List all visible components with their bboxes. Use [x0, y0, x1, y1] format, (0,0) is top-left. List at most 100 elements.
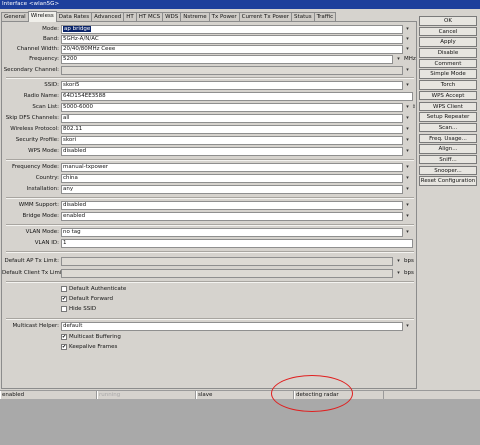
installation-dropdown-icon[interactable]: ▾	[404, 186, 411, 193]
tab-wireless[interactable]: Wireless	[27, 11, 57, 22]
security-profile-select[interactable]: skori	[61, 136, 403, 145]
country-select[interactable]: china	[61, 174, 403, 183]
frequency-mode-select[interactable]: manual-txpower	[61, 163, 403, 172]
frequency-mode-row: Frequency Mode: manual-txpower ▾	[2, 163, 418, 172]
wireless-protocol-dropdown-icon[interactable]: ▾	[404, 126, 411, 133]
wmm-support-label: WMM Support:	[18, 202, 59, 208]
torch-button[interactable]: Torch	[419, 80, 477, 90]
bridge-mode-dropdown-icon[interactable]: ▾	[404, 213, 411, 220]
wps-mode-select[interactable]: disabled	[61, 147, 403, 156]
keepalive-frames-checkbox[interactable]: ✔ Keepalive Frames	[61, 343, 117, 351]
channel-width-label: Channel Width:	[16, 46, 59, 52]
disable-button[interactable]: Disable	[419, 48, 477, 58]
secondary-channel-dropdown-icon[interactable]: ▾	[404, 67, 411, 74]
frequency-unit: MHz	[404, 56, 416, 62]
separator	[6, 159, 414, 161]
red-annotation-circle	[271, 375, 353, 412]
cancel-button[interactable]: Cancel	[419, 26, 477, 37]
channel-width-select[interactable]: 20/40/80MHz Ceee	[61, 45, 403, 54]
bridge-mode-row: Bridge Mode: enabled ▾	[2, 212, 418, 221]
default-client-tx-limit-input[interactable]	[61, 269, 393, 278]
keepalive-frames-checkmark-icon[interactable]: ✔	[61, 344, 67, 350]
multicast-helper-dropdown-icon[interactable]: ▾	[404, 323, 411, 330]
skip-dfs-select[interactable]: all	[61, 114, 403, 123]
frequency-dropdown-icon[interactable]: ▾	[395, 56, 402, 63]
simple-mode-button[interactable]: Simple Mode	[419, 69, 477, 79]
wps-mode-dropdown-icon[interactable]: ▾	[404, 148, 411, 155]
default-client-tx-limit-dropdown-icon[interactable]: ▾	[395, 270, 402, 277]
wireless-protocol-row: Wireless Protocol: 802.11 ▾	[2, 125, 418, 134]
vlan-id-input[interactable]: 1	[61, 239, 413, 248]
scan-list-select[interactable]: 5000-6000	[61, 103, 403, 112]
multicast-buffering-label: Multicast Buffering	[69, 334, 121, 340]
window-title: Interface <wlan5G>	[2, 1, 60, 7]
skip-dfs-row: Skip DFS Channels: all ▾	[2, 114, 418, 123]
multicast-buffering-checkbox[interactable]: ✔ Multicast Buffering	[61, 333, 121, 341]
band-dropdown-icon[interactable]: ▾	[404, 36, 411, 43]
wmm-support-select[interactable]: disabled	[61, 201, 403, 210]
freq-usage-button[interactable]: Freq. Usage...	[419, 133, 477, 144]
snooper-button[interactable]: Snooper...	[419, 165, 477, 176]
wps-accept-button[interactable]: WPS Accept	[419, 90, 477, 101]
band-row: Band: 5GHz-A/N/AC ▾	[2, 35, 418, 44]
radio-name-input[interactable]: 64D154EE3588	[61, 92, 413, 101]
bridge-mode-select[interactable]: enabled	[61, 212, 403, 221]
sniff-button[interactable]: Sniff...	[419, 154, 477, 165]
default-authenticate-box[interactable]	[61, 286, 67, 292]
default-ap-tx-limit-row: Default AP Tx Limit: ▾ bps	[2, 257, 418, 266]
wireless-protocol-select[interactable]: 802.11	[61, 125, 403, 134]
setup-repeater-button[interactable]: Setup Repeater	[419, 112, 477, 122]
frequency-select[interactable]: 5200	[61, 55, 393, 64]
window-title-bar[interactable]: Interface <wlan5G>	[0, 0, 480, 9]
ssid-dropdown-icon[interactable]: ▾	[404, 82, 411, 89]
wps-mode-row: WPS Mode: disabled ▾	[2, 147, 418, 156]
vlan-mode-select[interactable]: no tag	[61, 228, 403, 237]
separator	[6, 318, 414, 320]
scan-list-dropdown-icon[interactable]: ▾	[404, 104, 411, 111]
skip-dfs-dropdown-icon[interactable]: ▾	[404, 115, 411, 122]
country-dropdown-icon[interactable]: ▾	[404, 175, 411, 182]
wmm-support-dropdown-icon[interactable]: ▾	[404, 202, 411, 209]
security-profile-label: Security Profile:	[15, 137, 59, 143]
installation-select[interactable]: any	[61, 185, 403, 194]
multicast-helper-label: Multicast Helper:	[12, 323, 59, 329]
multicast-helper-select[interactable]: default	[61, 322, 403, 331]
status-running: running	[97, 391, 196, 399]
comment-button[interactable]: Comment	[419, 58, 477, 69]
mode-label: Mode:	[42, 26, 59, 32]
default-client-tx-limit-label: Default Client Tx Limit:	[2, 270, 66, 276]
multicast-buffering-checkmark-icon[interactable]: ✔	[61, 334, 67, 340]
ok-button[interactable]: OK	[419, 16, 477, 26]
default-authenticate-checkbox[interactable]: Default Authenticate	[61, 285, 126, 293]
default-client-tx-limit-unit: bps	[404, 270, 414, 276]
hide-ssid-checkbox[interactable]: Hide SSID	[61, 305, 96, 313]
separator	[6, 281, 414, 283]
security-profile-dropdown-icon[interactable]: ▾	[404, 137, 411, 144]
vlan-mode-dropdown-icon[interactable]: ▾	[404, 229, 411, 236]
default-forward-checkbox[interactable]: ✔ Default Forward	[61, 295, 113, 303]
wps-client-button[interactable]: WPS Client	[419, 101, 477, 111]
secondary-channel-select[interactable]	[61, 66, 403, 75]
mode-select[interactable]: ap bridge	[61, 25, 403, 34]
country-label: Country:	[35, 175, 59, 181]
default-ap-tx-limit-dropdown-icon[interactable]: ▾	[395, 258, 402, 265]
hide-ssid-box[interactable]	[61, 306, 67, 312]
scan-button[interactable]: Scan...	[419, 122, 477, 133]
scan-list-updown-icon[interactable]: ⇕	[411, 104, 417, 111]
default-forward-checkmark-icon[interactable]: ✔	[61, 296, 67, 302]
frequency-mode-dropdown-icon[interactable]: ▾	[404, 164, 411, 171]
country-row: Country: china ▾	[2, 174, 418, 183]
vlan-mode-row: VLAN Mode: no tag ▾	[2, 228, 418, 237]
apply-button[interactable]: Apply	[419, 37, 477, 47]
align-button[interactable]: Align...	[419, 144, 477, 154]
mode-dropdown-icon[interactable]: ▾	[404, 26, 411, 33]
ssid-select[interactable]: skori5	[61, 81, 403, 90]
vlan-mode-label: VLAN Mode:	[25, 229, 59, 235]
band-select[interactable]: 5GHz-A/N/AC	[61, 35, 403, 44]
reset-configuration-button[interactable]: Reset Configuration	[419, 176, 477, 186]
action-button-column: OK Cancel Apply Disable Comment Simple M…	[419, 16, 479, 187]
separator	[6, 251, 414, 253]
channel-width-dropdown-icon[interactable]: ▾	[404, 46, 411, 53]
channel-width-row: Channel Width: 20/40/80MHz Ceee ▾	[2, 45, 418, 54]
default-ap-tx-limit-input[interactable]	[61, 257, 393, 266]
